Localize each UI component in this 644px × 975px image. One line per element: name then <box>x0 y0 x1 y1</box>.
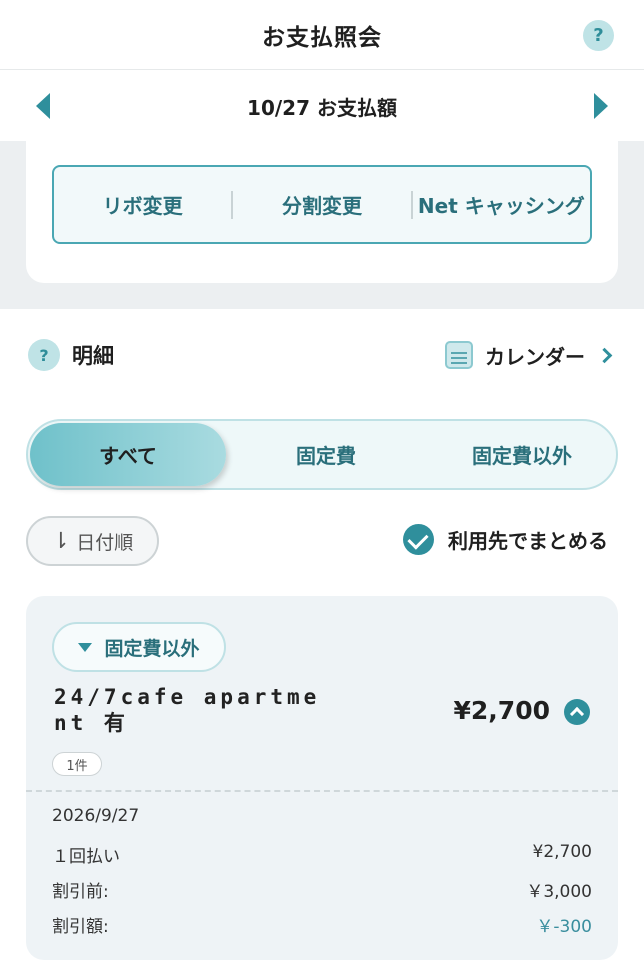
summary-card: リボ変更 分割変更 Net キャッシング <box>26 141 618 283</box>
segment-all[interactable]: すべて <box>28 421 228 488</box>
triangle-down-icon <box>78 642 93 652</box>
check-circle-icon[interactable] <box>403 524 434 555</box>
segment-non-fixed-cost[interactable]: 固定費以外 <box>424 421 620 488</box>
app-header: お支払照会 ? <box>0 0 644 70</box>
detail-date: 2026/9/27 <box>52 806 140 826</box>
category-segmented-control: すべて 固定費 固定費以外 <box>26 419 618 490</box>
prev-month-icon[interactable] <box>36 93 50 119</box>
detail-payment-row: １回払い ¥2,700 <box>52 842 592 867</box>
next-month-icon[interactable] <box>594 93 608 119</box>
transaction-card: 固定費以外 24/7cafe apartme nt 有 ¥2,700 1件 20… <box>26 596 618 960</box>
collapse-chevron-up-icon[interactable] <box>564 699 590 725</box>
category-tag[interactable]: 固定費以外 <box>52 622 226 672</box>
detail-before-discount-row: 割引前: ￥3,000 <box>52 877 592 902</box>
merchant-name: 24/7cafe apartme nt 有 <box>54 684 414 736</box>
payment-type: １回払い <box>52 847 120 867</box>
count-badge: 1件 <box>52 752 102 776</box>
month-navigator: 10/27 お支払額 <box>0 71 644 141</box>
details-help-icon[interactable]: ? <box>28 339 60 371</box>
merchant-name-line1: 24/7cafe apartme <box>54 685 321 709</box>
discount-label: 割引額: <box>52 917 109 937</box>
merge-by-merchant-toggle[interactable]: 利用先でまとめる <box>403 524 608 555</box>
detail-date-row: 2026/9/27 <box>52 806 592 826</box>
transaction-amount: ¥2,700 <box>453 696 550 725</box>
before-discount-value: ￥3,000 <box>526 882 592 902</box>
merge-label: 利用先でまとめる <box>448 529 608 553</box>
calendar-link[interactable]: カレンダー <box>445 341 618 370</box>
revolving-change-button[interactable]: リボ変更 <box>54 190 231 219</box>
sort-by-date-button[interactable]: ⇂ 日付順 <box>26 516 159 566</box>
sort-label: 日付順 <box>76 531 134 554</box>
page-title: お支払照会 <box>262 24 382 51</box>
details-title: 明細 <box>72 344 114 368</box>
month-title: 10/27 お支払額 <box>247 95 397 120</box>
segment-fixed-cost[interactable]: 固定費 <box>228 421 424 488</box>
net-cashing-button[interactable]: Net キャッシング <box>413 190 590 219</box>
installment-change-button[interactable]: 分割変更 <box>233 190 410 219</box>
detail-discount-row: 割引額: ￥-300 <box>52 912 592 937</box>
calendar-icon <box>445 341 473 369</box>
sort-icon: ⇂ <box>51 528 71 554</box>
category-tag-label: 固定費以外 <box>104 637 200 660</box>
before-discount-label: 割引前: <box>52 882 109 902</box>
dashed-divider <box>26 790 618 792</box>
discount-value: ￥-300 <box>536 917 592 937</box>
summary-band: リボ変更 分割変更 Net キャッシング <box>0 141 644 309</box>
details-header: ? 明細 カレンダー <box>28 338 618 372</box>
chevron-right-icon <box>596 347 613 363</box>
payment-amount: ¥2,700 <box>532 842 592 862</box>
merchant-name-line2: nt 有 <box>54 711 129 735</box>
payment-actions: リボ変更 分割変更 Net キャッシング <box>52 165 592 244</box>
help-icon[interactable]: ? <box>583 20 614 51</box>
calendar-label: カレンダー <box>485 344 585 369</box>
